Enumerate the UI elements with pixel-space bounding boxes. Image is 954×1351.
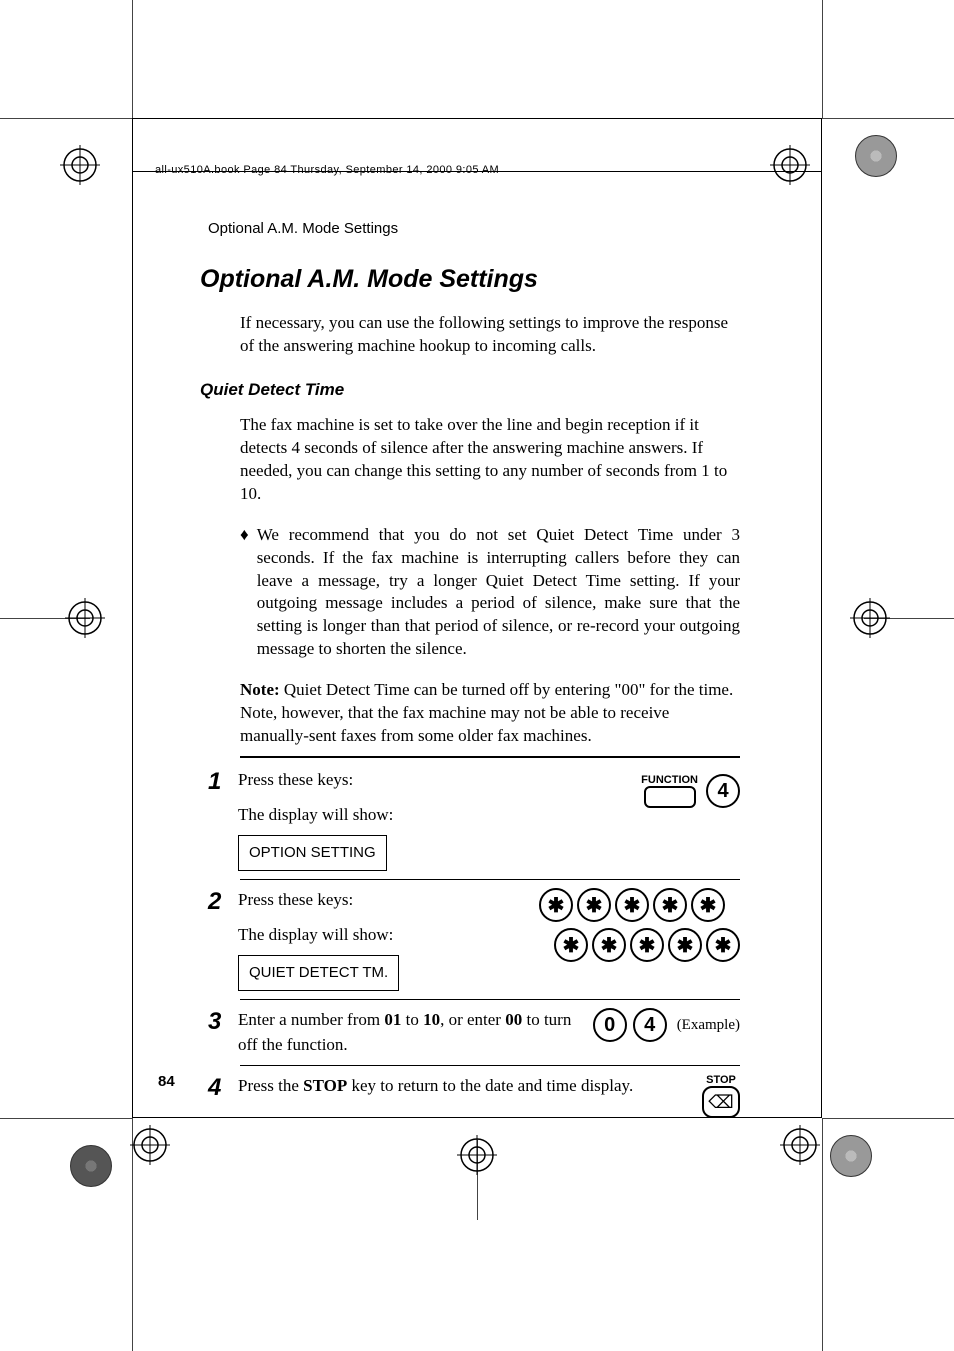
step-line: The display will show:	[238, 803, 621, 828]
step-text: Press these keys: The display will show:…	[238, 768, 621, 871]
step-line: Press these keys:	[238, 768, 621, 793]
print-dot-icon	[855, 135, 897, 177]
registration-mark-icon	[130, 1125, 170, 1165]
divider-thin	[240, 879, 740, 880]
step-3: 3 Enter a number from 01 to 10, or enter…	[208, 1008, 740, 1057]
registration-mark-icon	[770, 145, 810, 185]
page-content: Optional A.M. Mode Settings Optional A.M…	[158, 220, 770, 1118]
print-dot-icon	[830, 1135, 872, 1177]
step-number: 4	[208, 1074, 238, 1100]
step-number: 3	[208, 1008, 238, 1034]
note-text: Quiet Detect Time can be turned off by e…	[240, 680, 733, 745]
step-text: Press these keys: The display will show:…	[238, 888, 504, 991]
star-key-row: ✱ ✱ ✱ ✱ ✱	[554, 928, 740, 962]
star-key-icon: ✱	[554, 928, 588, 962]
star-key-icon: ✱	[539, 888, 573, 922]
step-4: 4 Press the STOP key to return to the da…	[208, 1074, 740, 1118]
bullet-item: ♦ We recommend that you do not set Quiet…	[240, 524, 740, 662]
page-number: 84	[158, 1073, 175, 1090]
note-label: Note:	[240, 680, 280, 699]
digit-key-4: 4	[633, 1008, 667, 1042]
step-line: Press these keys:	[238, 888, 504, 913]
registration-mark-icon	[65, 598, 105, 638]
star-key-icon: ✱	[615, 888, 649, 922]
crop-mark	[0, 118, 132, 119]
star-key-icon: ✱	[653, 888, 687, 922]
diamond-bullet-icon: ♦	[240, 524, 249, 662]
step-number: 1	[208, 768, 238, 794]
star-key-icon: ✱	[691, 888, 725, 922]
divider-thin	[240, 1065, 740, 1066]
function-key: FUNCTION	[641, 774, 698, 808]
crop-mark	[822, 1118, 823, 1351]
step-text: Press the STOP key to return to the date…	[238, 1074, 682, 1099]
stop-key-shape: ⌫︎	[702, 1086, 740, 1118]
print-meta: all-ux510A.book Page 84 Thursday, Septem…	[155, 164, 499, 176]
registration-mark-icon	[60, 145, 100, 185]
bullet-text: We recommend that you do not set Quiet D…	[257, 524, 740, 662]
key-diagram: FUNCTION 4	[641, 768, 740, 808]
stop-octagon-icon: ⌫︎	[708, 1093, 733, 1111]
star-key-icon: ✱	[577, 888, 611, 922]
key-diagram: ✱ ✱ ✱ ✱ ✱ ✱ ✱ ✱ ✱ ✱	[524, 888, 740, 962]
divider-thin	[240, 999, 740, 1000]
divider-thick	[240, 756, 740, 758]
digit-key-0: 0	[593, 1008, 627, 1042]
stop-key: STOP ⌫︎	[702, 1074, 740, 1118]
registration-mark-icon	[457, 1135, 497, 1175]
star-key-icon: ✱	[630, 928, 664, 962]
digit-key-4: 4	[706, 774, 740, 808]
step-text: Enter a number from 01 to 10, or enter 0…	[238, 1008, 573, 1057]
key-diagram: 0 4 (Example)	[593, 1008, 740, 1042]
crop-mark	[0, 1118, 132, 1119]
body-paragraph: The fax machine is set to take over the …	[240, 414, 740, 506]
step-1: 1 Press these keys: The display will sho…	[208, 768, 740, 871]
crop-mark	[822, 118, 954, 119]
print-dot-icon	[70, 1145, 112, 1187]
star-key-icon: ✱	[706, 928, 740, 962]
stop-label: STOP	[706, 1074, 736, 1086]
step-2: 2 Press these keys: The display will sho…	[208, 888, 740, 991]
star-key-row: ✱ ✱ ✱ ✱ ✱	[539, 888, 725, 922]
registration-mark-icon	[780, 1125, 820, 1165]
step-line: The display will show:	[238, 923, 504, 948]
function-label: FUNCTION	[641, 774, 698, 786]
lcd-display: OPTION SETTING	[238, 835, 387, 871]
note-paragraph: Note: Quiet Detect Time can be turned of…	[240, 679, 740, 748]
crop-mark	[132, 0, 133, 118]
function-key-shape	[644, 786, 696, 808]
lcd-display: QUIET DETECT TM.	[238, 955, 399, 991]
star-key-icon: ✱	[592, 928, 626, 962]
section-subhead: Quiet Detect Time	[200, 380, 770, 400]
crop-mark	[822, 1118, 954, 1119]
example-label: (Example)	[677, 1017, 740, 1034]
key-diagram: STOP ⌫︎	[702, 1074, 740, 1118]
running-header: Optional A.M. Mode Settings	[208, 220, 770, 237]
step-number: 2	[208, 888, 238, 914]
star-key-icon: ✱	[668, 928, 702, 962]
crop-mark	[822, 0, 823, 118]
page-title: Optional A.M. Mode Settings	[200, 265, 770, 294]
registration-mark-icon	[850, 598, 890, 638]
intro-paragraph: If necessary, you can use the following …	[240, 312, 740, 358]
